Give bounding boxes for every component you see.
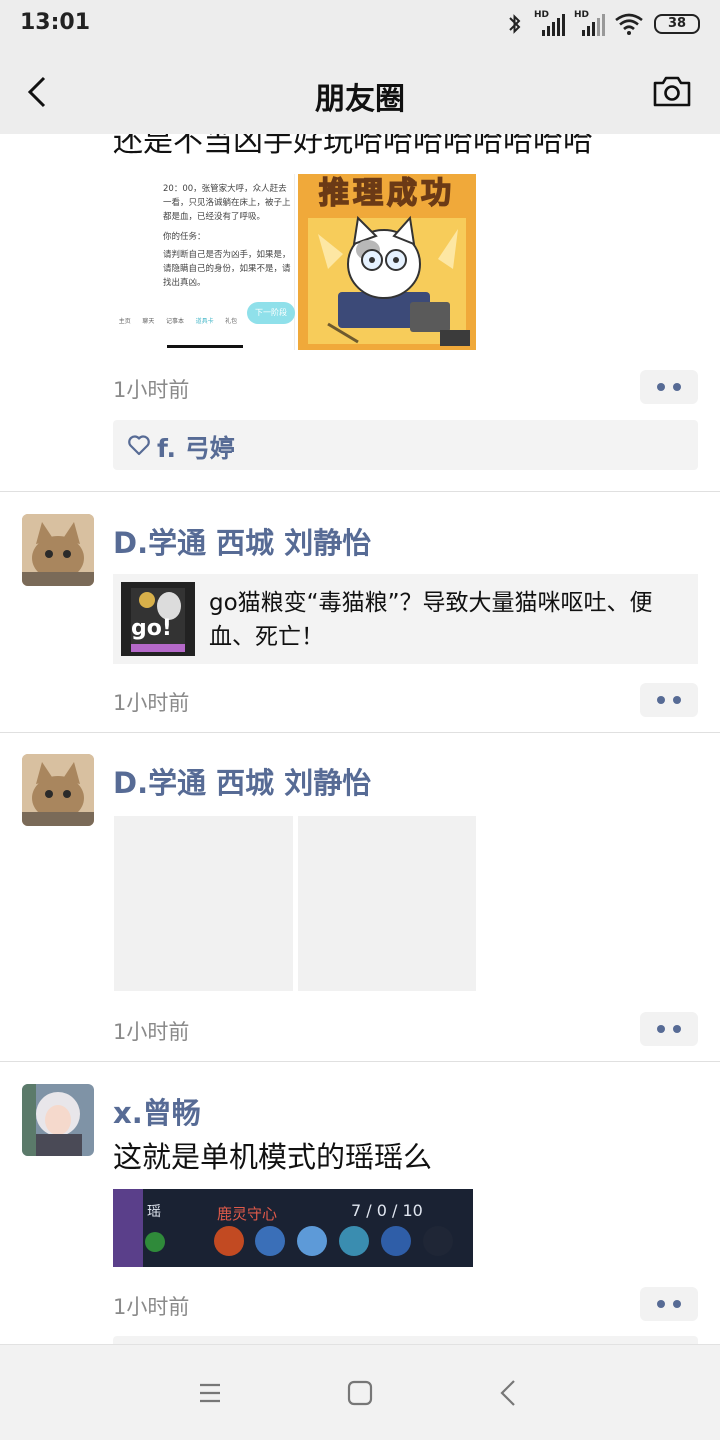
post-divider <box>0 732 720 733</box>
post-image-placeholder[interactable] <box>298 816 476 991</box>
screenshot-task-label: 你的任务： <box>163 232 206 242</box>
game-score: 7 / 0 / 10 <box>351 1201 423 1220</box>
signal-icon: HD <box>534 10 565 36</box>
game-skill-name: 鹿灵守心 <box>217 1205 278 1223</box>
home-icon[interactable] <box>342 1375 378 1411</box>
author-name[interactable]: D.学通 西城 刘静怡 <box>113 760 371 802</box>
moments-feed[interactable]: 还是不当凶手好玩哈哈哈哈哈哈哈哈 20：00，张管家大呼，众人赶去一看，只见洛诚… <box>0 134 720 1344</box>
avatar[interactable] <box>22 1084 94 1156</box>
post-time: 1小时前 <box>113 1295 190 1319</box>
kitten-avatar-image <box>22 514 94 586</box>
screenshot-tab: 道具卡 <box>195 318 214 325</box>
like-user[interactable]: f. 弓婷 <box>157 429 235 465</box>
nav-bar: 朋友圈 <box>0 50 720 134</box>
screenshot-tabbar: 主页 聊天 记事本 道具卡 礼包 <box>113 304 243 326</box>
screenshot-tab: 记事本 <box>165 318 184 325</box>
screenshot-story-text: 20：00，张管家大呼，众人赶去一看，只见洛诚躺在床上，被子上都是血，已经没有了… <box>163 184 291 222</box>
bluetooth-icon <box>509 14 521 34</box>
likes-box <box>113 1336 698 1344</box>
post-time: 1小时前 <box>113 1020 190 1044</box>
wifi-icon <box>615 13 643 35</box>
post-divider <box>0 491 720 492</box>
post-image-reasoning-success[interactable]: 推理成功 <box>298 174 476 350</box>
screenshot-tab: 聊天 <box>142 318 155 325</box>
anime-avatar-image <box>22 1084 94 1156</box>
link-thumbnail: go! <box>121 582 195 656</box>
post-time: 1小时前 <box>113 691 190 715</box>
more-button[interactable] <box>640 370 698 404</box>
post-image-screenshot[interactable]: 20：00，张管家大呼，众人赶去一看，只见洛诚躺在床上，被子上都是血，已经没有了… <box>113 174 295 350</box>
avatar[interactable] <box>22 754 94 826</box>
post-text: 还是不当凶手好玩哈哈哈哈哈哈哈哈 <box>113 134 593 159</box>
author-name[interactable]: x.曾畅 <box>113 1090 201 1132</box>
heart-icon <box>128 435 150 456</box>
post-image-game-screenshot[interactable]: 瑶 鹿灵守心 7 / 0 / 10 <box>113 1189 473 1267</box>
more-button[interactable] <box>640 1287 698 1321</box>
screenshot-tab: 主页 <box>118 318 131 325</box>
game-hero-name: 瑶 <box>147 1204 161 1220</box>
screenshot-home-indicator <box>167 345 243 348</box>
post-text: 这就是单机模式的瑶瑶么 <box>113 1140 433 1174</box>
page-title: 朋友圈 <box>315 82 405 117</box>
kitten-avatar-image <box>22 754 94 826</box>
cat-detective-illustration <box>308 215 470 346</box>
status-icons: HD HD 38 <box>506 10 700 36</box>
screenshot-task-text: 请判断自己是否为凶手，如果是，请隐瞒自己的身份，如果不是，请找出真凶。 <box>163 250 291 288</box>
post-image-placeholder[interactable] <box>114 816 293 991</box>
avatar[interactable] <box>22 514 94 586</box>
back-nav-icon[interactable] <box>492 1375 528 1411</box>
status-bar: 13:01 HD HD 38 <box>0 0 720 50</box>
status-time: 13:01 <box>20 10 91 35</box>
link-thumb-logo: go! <box>131 616 172 641</box>
signal-icon: HD <box>574 10 605 36</box>
system-nav-bar <box>0 1344 720 1440</box>
screenshot-next-button: 下一阶段 <box>247 302 295 324</box>
author-name[interactable]: D.学通 西城 刘静怡 <box>113 520 371 562</box>
shared-link-card[interactable]: go! go猫粮变“毒猫粮”？导致大量猫咪呕吐、便血、死亡！ <box>113 574 698 664</box>
menu-icon[interactable] <box>192 1375 228 1411</box>
post-time: 1小时前 <box>113 378 190 402</box>
more-button[interactable] <box>640 1012 698 1046</box>
camera-icon[interactable] <box>652 74 692 108</box>
screenshot-tab: 礼包 <box>225 318 238 325</box>
link-title: go猫粮变“毒猫粮”？导致大量猫咪呕吐、便血、死亡！ <box>209 590 653 650</box>
likes-box: f. 弓婷 <box>113 420 698 470</box>
battery-indicator: 38 <box>654 14 700 34</box>
post-divider <box>0 1061 720 1062</box>
more-button[interactable] <box>640 683 698 717</box>
